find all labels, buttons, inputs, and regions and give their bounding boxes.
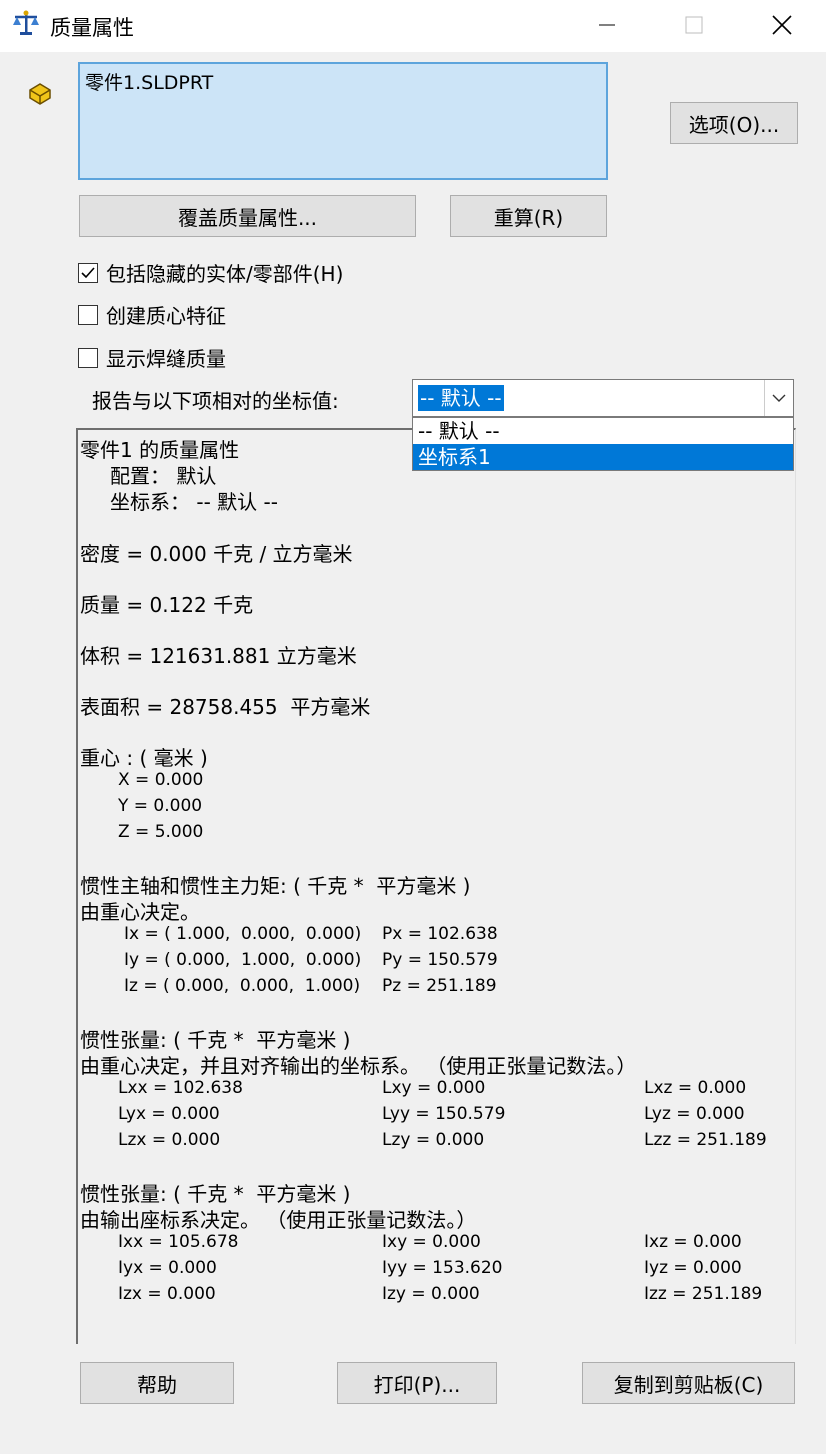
part-icon xyxy=(26,78,54,106)
principal-moment-py: Py = 150.579 xyxy=(382,950,498,970)
minimize-button[interactable] xyxy=(575,0,639,50)
center-of-mass-title: 重心 : ( 毫米 ) xyxy=(80,746,208,770)
balance-scale-icon xyxy=(12,10,40,38)
principal-axis-ix: Ix = ( 1.000, 0.000, 0.000) xyxy=(124,924,362,944)
tensor-out-cell: Iyy = 153.620 xyxy=(382,1258,503,1278)
coord-system-label: 报告与以下项相对的坐标值: xyxy=(92,389,339,413)
tensor-out-title: 惯性张量: ( 千克 * 平方毫米 ) xyxy=(80,1182,351,1206)
tensor-cm-cell: Lyz = 0.000 xyxy=(644,1104,745,1124)
dropdown-option-default[interactable]: -- 默认 -- xyxy=(413,418,793,444)
list-item[interactable]: 零件1.SLDPRT xyxy=(85,68,213,95)
options-button[interactable]: 选项(O)... xyxy=(670,102,798,144)
coord-system-select[interactable]: -- 默认 -- xyxy=(412,379,794,417)
checkbox-label: 包括隐藏的实体/零部件(H) xyxy=(106,262,344,286)
volume-line: 体积 = 121631.881 立方毫米 xyxy=(80,644,357,668)
results-header: 零件1 的质量属性 xyxy=(80,438,240,462)
checkmark-icon xyxy=(81,266,95,278)
chevron-down-icon[interactable] xyxy=(764,380,793,416)
center-of-mass-z: Z = 5.000 xyxy=(118,822,204,842)
close-button[interactable] xyxy=(750,0,814,50)
principal-moment-pz: Pz = 251.189 xyxy=(382,976,497,996)
principal-moment-px: Px = 102.638 xyxy=(382,924,498,944)
tensor-out-cell: Iyz = 0.000 xyxy=(644,1258,742,1278)
show-weld-mass-checkbox-row[interactable]: 显示焊缝质量 xyxy=(78,343,226,372)
principal-axis-iy: Iy = ( 0.000, 1.000, 0.000) xyxy=(124,950,362,970)
tensor-cm-cell: Lxz = 0.000 xyxy=(644,1078,747,1098)
results-panel[interactable]: 零件1 的质量属性 配置： 默认 坐标系： -- 默认 -- 密度 = 0.00… xyxy=(76,428,796,1344)
recalculate-button[interactable]: 重算(R) xyxy=(450,195,607,237)
tensor-cm-cell: Lzy = 0.000 xyxy=(382,1130,485,1150)
tensor-cm-cell: Lxx = 102.638 xyxy=(118,1078,243,1098)
principal-axis-iz: Iz = ( 0.000, 0.000, 1.000) xyxy=(124,976,361,996)
center-of-mass-x: X = 0.000 xyxy=(118,770,204,790)
include-hidden-checkbox[interactable] xyxy=(78,262,98,283)
create-cm-feature-checkbox[interactable] xyxy=(78,304,98,325)
tensor-cm-subtitle: 由重心决定，并且对齐输出的坐标系。 （使用正张量记数法。） xyxy=(80,1054,637,1078)
selected-parts-list[interactable]: 零件1.SLDPRT xyxy=(78,62,608,180)
density-line: 密度 = 0.000 千克 / 立方毫米 xyxy=(80,542,353,566)
tensor-out-cell: Ixy = 0.000 xyxy=(382,1232,481,1252)
tensor-out-cell: Izx = 0.000 xyxy=(118,1284,216,1304)
principal-axes-title: 惯性主轴和惯性主力矩: ( 千克 * 平方毫米 ) xyxy=(80,874,471,898)
dropdown-option-coordsys1[interactable]: 坐标系1 xyxy=(413,444,793,470)
tensor-out-subtitle: 由输出座标系决定。 （使用正张量记数法。） xyxy=(80,1208,477,1232)
center-of-mass-y: Y = 0.000 xyxy=(118,796,203,816)
include-hidden-checkbox-row[interactable]: 包括隐藏的实体/零部件(H) xyxy=(78,258,343,287)
surface-area-line: 表面积 = 28758.455 平方毫米 xyxy=(80,695,371,719)
principal-axes-subtitle: 由重心决定。 xyxy=(80,900,200,924)
tensor-out-cell: Izz = 251.189 xyxy=(644,1284,763,1304)
checkbox-label: 创建质心特征 xyxy=(106,304,226,328)
coord-system-dropdown-list: -- 默认 -- 坐标系1 xyxy=(412,417,794,471)
mass-line: 质量 = 0.122 千克 xyxy=(80,593,254,617)
copy-to-clipboard-button[interactable]: 复制到剪贴板(C) xyxy=(582,1362,795,1404)
create-cm-feature-checkbox-row[interactable]: 创建质心特征 xyxy=(78,300,226,329)
tensor-out-cell: Ixx = 105.678 xyxy=(118,1232,239,1252)
maximize-button[interactable] xyxy=(662,0,726,50)
results-coordsys: 坐标系： -- 默认 -- xyxy=(110,490,278,514)
coord-system-selected-value: -- 默认 -- xyxy=(418,385,504,411)
show-weld-mass-checkbox[interactable] xyxy=(78,347,98,368)
checkbox-label: 显示焊缝质量 xyxy=(106,347,226,371)
tensor-cm-title: 惯性张量: ( 千克 * 平方毫米 ) xyxy=(80,1028,351,1052)
tensor-out-cell: Iyx = 0.000 xyxy=(118,1258,217,1278)
tensor-cm-cell: Lxy = 0.000 xyxy=(382,1078,486,1098)
close-icon xyxy=(772,15,792,35)
tensor-cm-cell: Lyy = 150.579 xyxy=(382,1104,506,1124)
window-title: 质量属性 xyxy=(50,16,134,40)
tensor-cm-cell: Lzx = 0.000 xyxy=(118,1130,221,1150)
tensor-cm-cell: Lzz = 251.189 xyxy=(644,1130,767,1150)
results-config: 配置： 默认 xyxy=(110,464,217,488)
override-mass-properties-button[interactable]: 覆盖质量属性... xyxy=(79,195,416,237)
tensor-out-cell: Ixz = 0.000 xyxy=(644,1232,742,1252)
tensor-out-cell: Izy = 0.000 xyxy=(382,1284,480,1304)
help-button[interactable]: 帮助 xyxy=(80,1362,234,1404)
tensor-cm-cell: Lyx = 0.000 xyxy=(118,1104,220,1124)
print-button[interactable]: 打印(P)... xyxy=(337,1362,497,1404)
